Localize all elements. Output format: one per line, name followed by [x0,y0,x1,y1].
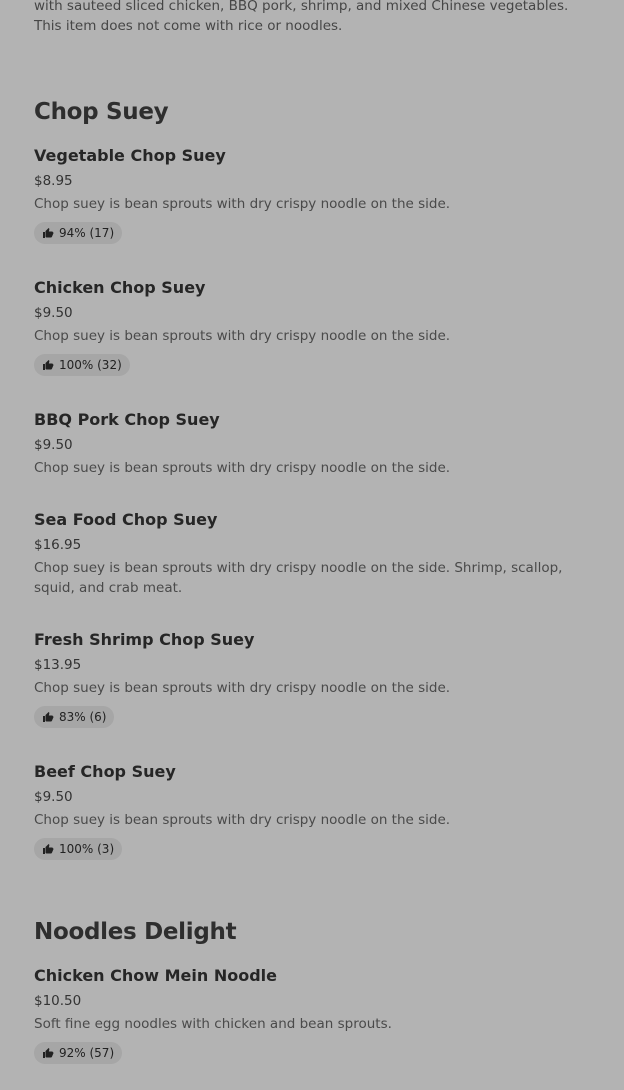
item-price: $9.50 [34,789,73,805]
rating-badge: 92% (57) [34,1042,123,1064]
menu-item[interactable]: Fresh Shrimp Chop Suey $13.95 Chop suey … [34,628,596,728]
menu-item[interactable]: Chicken Chow Mein Noodle $10.50 Soft fin… [34,964,596,1064]
rating-badge: 83% (6) [34,706,115,728]
item-price: $9.50 [34,305,73,321]
item-price: $16.95 [34,537,82,553]
rating-text: 92% (57) [59,1046,115,1060]
item-price: $8.95 [34,173,73,189]
item-name: BBQ Pork Chop Suey [34,410,220,429]
rating-text: 100% (3) [59,842,115,856]
top-item-desc-line: with sauteed sliced chicken, BBQ pork, s… [34,0,569,14]
rating-text: 94% (17) [59,226,115,240]
item-description: Chop suey is bean sprouts with dry crisp… [34,328,451,344]
item-name: Vegetable Chop Suey [34,146,226,165]
menu-item[interactable]: BBQ Pork Chop Suey $9.50 Chop suey is be… [34,408,596,478]
item-description: Chop suey is bean sprouts with dry crisp… [34,680,451,696]
rating-badge: 100% (3) [34,838,123,860]
item-price: $10.50 [34,993,82,1009]
item-description: Chop suey is bean sprouts with dry crisp… [34,196,451,212]
item-price: $9.50 [34,437,73,453]
menu-item[interactable]: Sea Food Chop Suey $16.95 Chop suey is b… [34,508,596,598]
item-name: Fresh Shrimp Chop Suey [34,630,255,649]
menu-item[interactable]: Vegetable Chop Suey $8.95 Chop suey is b… [34,144,596,244]
item-name: Chicken Chop Suey [34,278,206,297]
item-description: Chop suey is bean sprouts with dry crisp… [34,812,451,828]
thumbs-up-icon [43,844,54,854]
rating-badge: 94% (17) [34,222,123,244]
item-description: Soft fine egg noodles with chicken and b… [34,1016,392,1032]
rating-badge: 100% (32) [34,354,130,376]
item-name: Beef Chop Suey [34,762,176,781]
item-price: $13.95 [34,657,82,673]
thumbs-up-icon [43,1048,54,1058]
thumbs-up-icon [43,360,54,370]
item-name: Chicken Chow Mein Noodle [34,966,277,985]
menu-item[interactable]: Beef Chop Suey $9.50 Chop suey is bean s… [34,760,596,860]
top-item-description: with sauteed sliced chicken, BBQ pork, s… [34,0,594,36]
item-name: Sea Food Chop Suey [34,510,218,529]
section-title-chop-suey: Chop Suey [34,99,169,125]
item-description: Chop suey is bean sprouts with dry crisp… [34,560,563,596]
section-title-noodles-delight: Noodles Delight [34,919,237,945]
top-item-desc-line: This item does not come with rice or noo… [34,18,343,34]
menu-item[interactable]: Chicken Chop Suey $9.50 Chop suey is bea… [34,276,596,376]
item-description: Chop suey is bean sprouts with dry crisp… [34,460,451,476]
thumbs-up-icon [43,228,54,238]
rating-text: 83% (6) [59,710,107,724]
thumbs-up-icon [43,712,54,722]
rating-text: 100% (32) [59,358,122,372]
